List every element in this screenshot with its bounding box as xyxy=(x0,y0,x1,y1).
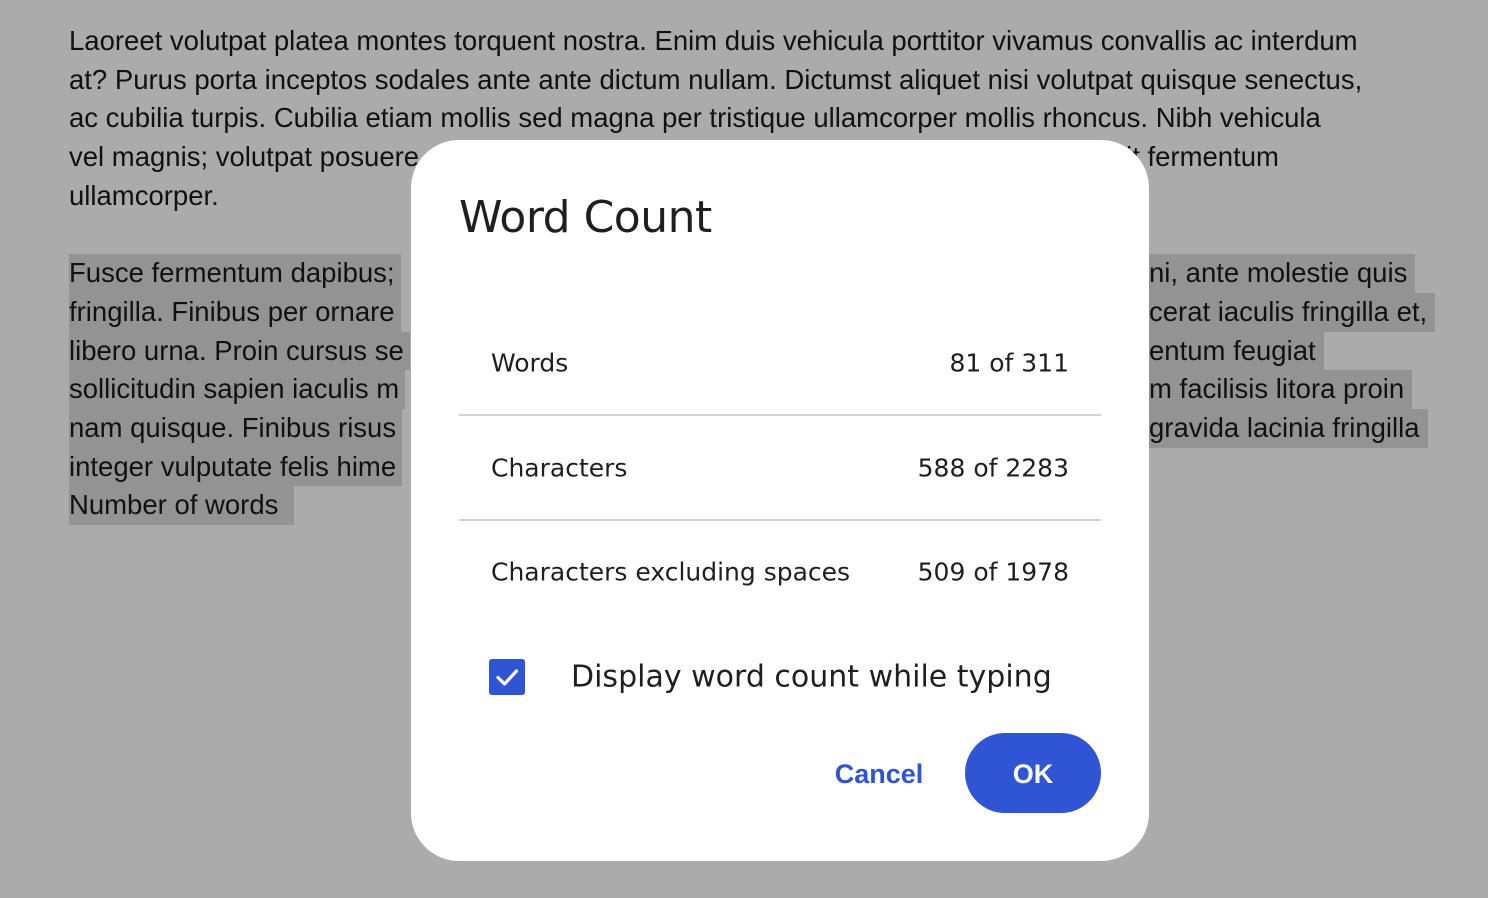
stat-value: 81 of 311 xyxy=(949,348,1069,378)
doc-text: Fusce fermentum dapibus; xyxy=(69,254,401,293)
stat-row-words: Words 81 of 311 xyxy=(459,311,1101,415)
stat-value: 509 of 1978 xyxy=(917,557,1069,587)
doc-line: Laoreet volutpat platea montes torquent … xyxy=(69,22,1459,61)
doc-text: vel magnis; volutpat posuere xyxy=(69,141,420,173)
stat-label: Words xyxy=(491,348,569,378)
doc-text: ac cubilia turpis. Cubilia etiam mollis … xyxy=(69,102,1321,134)
doc-text: cerat iaculis fringilla et, xyxy=(1149,292,1436,332)
stat-label: Characters excluding spaces xyxy=(491,557,851,587)
doc-text: Number of words xyxy=(69,486,295,525)
word-count-dialog: Word Count Words 81 of 311 Characters 58… xyxy=(411,140,1149,861)
doc-text: entum feugiat xyxy=(1149,331,1324,371)
stat-row-characters: Characters 588 of 2283 xyxy=(459,416,1101,520)
doc-text: libero urna. Proin cursus se xyxy=(69,331,410,371)
doc-text: ullamcorper. xyxy=(69,179,219,211)
doc-line: at? Purus porta inceptos sodales ante an… xyxy=(69,61,1459,100)
doc-text: ni, ante molestie quis xyxy=(1149,254,1416,293)
stat-row-characters-no-spaces: Characters excluding spaces 509 of 1978 xyxy=(459,520,1101,624)
checkmark-icon xyxy=(496,669,519,686)
stat-value: 588 of 2283 xyxy=(917,453,1069,483)
doc-text: sollicitudin sapien iaculis m xyxy=(69,370,406,409)
doc-text: integer vulputate felis hime xyxy=(69,447,403,487)
dialog-title: Word Count xyxy=(459,192,712,243)
checkbox-label[interactable]: Display word count while typing xyxy=(571,660,1052,695)
cancel-button[interactable]: Cancel xyxy=(815,733,943,813)
display-word-count-checkbox[interactable] xyxy=(489,659,525,695)
doc-text: m facilisis litora proin xyxy=(1149,370,1413,409)
display-word-count-option[interactable]: Display word count while typing xyxy=(489,650,1089,704)
doc-line: ac cubilia turpis. Cubilia etiam mollis … xyxy=(69,99,1459,138)
doc-text: gravida lacinia fringilla xyxy=(1149,408,1428,448)
doc-text: Laoreet volutpat platea montes torquent … xyxy=(69,25,1358,56)
stat-label: Characters xyxy=(491,453,628,483)
doc-text: fringilla. Finibus per ornare xyxy=(69,292,401,332)
doc-text: at? Purus porta inceptos sodales ante an… xyxy=(69,63,1363,95)
doc-text: nam quisque. Finibus risus xyxy=(69,408,403,448)
ok-button[interactable]: OK xyxy=(965,733,1101,813)
